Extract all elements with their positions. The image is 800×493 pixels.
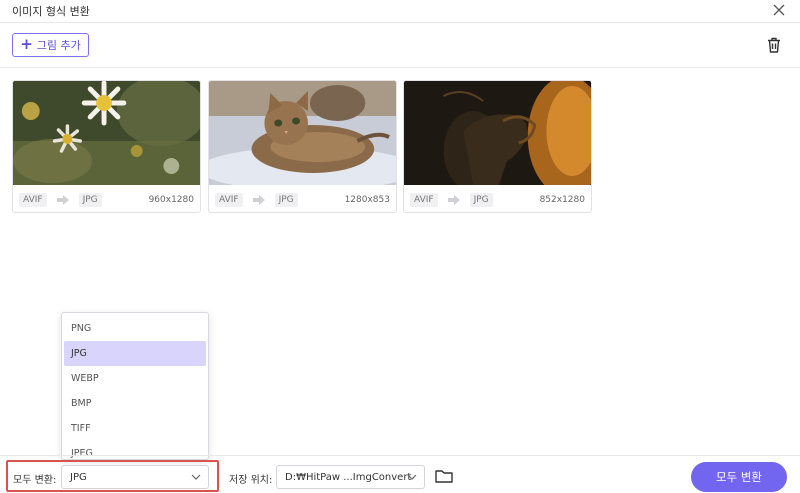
title-bar: 이미지 형식 변환 <box>0 0 800 22</box>
image-dimensions: 852x1280 <box>539 194 585 205</box>
format-option-jpg[interactable]: JPG <box>64 341 206 366</box>
add-image-label: 그림 추가 <box>36 39 81 52</box>
plus-icon: + <box>20 35 33 53</box>
folder-icon[interactable] <box>434 467 454 485</box>
kitten-thumbnail <box>209 81 396 185</box>
image-meta: AVIF JPG 852x1280 <box>404 185 591 212</box>
image-card[interactable]: AVIF JPG 1280x853 <box>208 80 397 213</box>
image-dimensions: 1280x853 <box>344 194 390 205</box>
format-option-png[interactable]: PNG <box>64 316 206 341</box>
save-location-select[interactable]: D:₩HitPaw ...ImgConvert <box>276 465 425 489</box>
image-dimensions: 960x1280 <box>148 194 194 205</box>
arrow-right-icon <box>56 194 69 205</box>
convert-all-label: 모두 변환: <box>13 475 57 486</box>
toolbar-divider <box>0 67 800 68</box>
close-icon[interactable] <box>770 1 788 19</box>
save-path-value: D:₩HitPaw ...ImgConvert <box>285 471 412 483</box>
silhouette-thumbnail <box>404 81 591 185</box>
daisy-thumbnail <box>13 81 200 185</box>
format-option-webp[interactable]: WEBP <box>64 366 206 391</box>
window-title: 이미지 형식 변환 <box>12 5 90 18</box>
format-dropdown-list: PNG JPG WEBP BMP TIFF JPEG <box>61 312 209 460</box>
format-select[interactable]: JPG <box>61 465 209 489</box>
target-format: JPG <box>469 192 493 207</box>
source-format: AVIF <box>19 192 47 207</box>
arrow-right-icon <box>252 194 265 205</box>
source-format: AVIF <box>215 192 243 207</box>
image-meta: AVIF JPG 960x1280 <box>13 185 200 212</box>
image-card[interactable]: AVIF JPG 960x1280 <box>12 80 201 213</box>
arrow-right-icon <box>447 194 460 205</box>
source-format: AVIF <box>410 192 438 207</box>
chevron-down-icon <box>407 474 417 480</box>
save-location-label: 저장 위치: <box>229 475 273 486</box>
target-format: JPG <box>78 192 102 207</box>
add-image-button[interactable]: + 그림 추가 <box>12 33 89 57</box>
bottom-divider <box>0 455 800 456</box>
title-divider <box>0 22 800 23</box>
convert-all-button[interactable]: 모두 변환 <box>691 462 787 492</box>
image-card[interactable]: AVIF JPG 852x1280 <box>403 80 592 213</box>
trash-icon[interactable] <box>765 36 783 54</box>
format-select-value: JPG <box>70 471 87 483</box>
image-meta: AVIF JPG 1280x853 <box>209 185 396 212</box>
format-option-tiff[interactable]: TIFF <box>64 416 206 441</box>
format-option-bmp[interactable]: BMP <box>64 391 206 416</box>
target-format: JPG <box>274 192 298 207</box>
chevron-down-icon <box>191 474 201 480</box>
format-option-jpeg[interactable]: JPEG <box>64 441 206 466</box>
